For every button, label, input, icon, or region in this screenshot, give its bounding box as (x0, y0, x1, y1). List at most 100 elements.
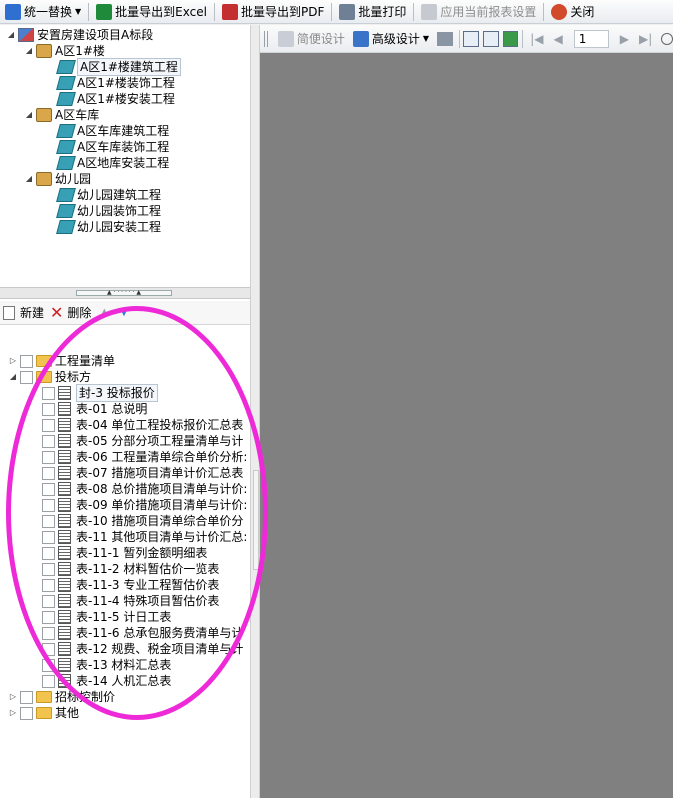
report-item[interactable]: 表-08 总价措施项目清单与计价: (42, 481, 247, 497)
close-button[interactable]: 关闭 (546, 1, 599, 23)
scrollbar-thumb[interactable] (253, 470, 259, 570)
tree-item[interactable]: A区地库安装工程 (56, 155, 169, 171)
report-category-label: 投标方 (55, 370, 92, 384)
page-number-input[interactable]: 1 (573, 29, 609, 48)
batch-print-button[interactable]: 批量打印 (334, 1, 411, 23)
checkbox[interactable] (42, 386, 55, 400)
report-icon (58, 418, 71, 432)
checkbox[interactable] (42, 658, 55, 672)
zoom-icon[interactable] (661, 32, 673, 45)
report-item[interactable]: 表-11-1 暂列金额明细表 (42, 545, 207, 561)
checkbox[interactable] (20, 354, 33, 368)
multi-page-icon[interactable] (502, 30, 519, 47)
splitter-grip[interactable]: ▲ · · · · · · ▲ (76, 290, 172, 296)
tree-item[interactable]: A区1#楼安装工程 (56, 91, 175, 107)
checkbox[interactable] (20, 370, 33, 384)
tree-item[interactable]: A区1#楼建筑工程 (56, 58, 181, 76)
checkbox[interactable] (42, 482, 55, 496)
report-item[interactable]: 表-09 单价措施项目清单与计价: (42, 497, 247, 513)
replace-button[interactable]: 统一替换 ▼ (0, 1, 86, 23)
checkbox[interactable] (42, 626, 55, 640)
report-item[interactable]: 表-11-3 专业工程暂估价表 (42, 577, 219, 593)
checkbox[interactable] (42, 530, 55, 544)
vertical-splitter[interactable] (250, 25, 260, 798)
checkbox[interactable] (42, 418, 55, 432)
checkbox[interactable] (42, 466, 55, 480)
expand-icon[interactable]: ▷ (8, 353, 18, 369)
checkbox[interactable] (42, 450, 55, 464)
export-pdf-button[interactable]: 批量导出到PDF (217, 1, 329, 23)
checkbox[interactable] (42, 610, 55, 624)
report-item[interactable]: 表-11-6 总承包服务费清单与计 (42, 625, 243, 641)
tree-item[interactable]: A区车库建筑工程 (56, 123, 169, 139)
collapse-icon[interactable]: ◢ (8, 369, 18, 385)
apply-settings-button[interactable]: 应用当前报表设置 (416, 1, 541, 23)
single-page-icon[interactable] (463, 30, 480, 47)
report-item[interactable]: 表-01 总说明 (42, 401, 147, 417)
batch-print-label: 批量打印 (358, 5, 407, 19)
tree-group[interactable]: ◢ A区车库 (24, 107, 99, 123)
first-page-icon[interactable]: |◀ (525, 32, 548, 46)
report-item[interactable]: 表-11-5 计日工表 (42, 609, 171, 625)
collapse-icon[interactable]: ◢ (24, 107, 34, 123)
checkbox[interactable] (42, 562, 55, 576)
report-item[interactable]: 表-06 工程量清单综合单价分析: (42, 449, 247, 465)
tree-item[interactable]: A区1#楼装饰工程 (56, 75, 175, 91)
checkbox[interactable] (42, 402, 55, 416)
tree-group[interactable]: ◢ 幼儿园 (24, 171, 91, 187)
report-item-label: 表-12 规费、税金项目清单与计 (76, 642, 244, 656)
tree-item[interactable]: 幼儿园建筑工程 (56, 187, 161, 203)
report-item[interactable]: 表-04 单位工程投标报价汇总表 (42, 417, 243, 433)
report-item[interactable]: 表-11-4 特殊项目暂估价表 (42, 593, 219, 609)
report-item[interactable]: 表-11 其他项目清单与计价汇总: (42, 529, 247, 545)
simple-design-button[interactable]: 简便设计 (274, 30, 349, 47)
report-category[interactable]: ◢ 投标方 (8, 369, 91, 385)
report-icon (58, 514, 71, 528)
checkbox[interactable] (42, 546, 55, 560)
tree-group[interactable]: ◢ A区1#楼 (24, 43, 105, 59)
report-item[interactable]: 表-13 材料汇总表 (42, 657, 171, 673)
report-item[interactable]: 表-12 规费、税金项目清单与计 (42, 641, 243, 657)
collapse-icon[interactable]: ◢ (24, 43, 34, 59)
tree-item[interactable]: 幼儿园装饰工程 (56, 203, 161, 219)
report-item[interactable]: 表-05 分部分项工程量清单与计 (42, 433, 243, 449)
report-item-label: 表-11 其他项目清单与计价汇总: (76, 530, 248, 544)
report-item[interactable]: 封-3 投标报价 (42, 384, 158, 402)
expand-icon[interactable]: ▷ (8, 705, 18, 721)
tree-item[interactable]: A区车库装饰工程 (56, 139, 169, 155)
report-item[interactable]: 表-11-2 材料暂估价一览表 (42, 561, 219, 577)
move-up-button[interactable]: ▲ (94, 307, 114, 318)
report-item[interactable]: 表-07 措施项目清单计价汇总表 (42, 465, 243, 481)
next-page-icon[interactable]: ▶ (615, 32, 634, 46)
checkbox[interactable] (20, 690, 33, 704)
checkbox[interactable] (42, 434, 55, 448)
delete-button[interactable]: ✕ 删除 (47, 303, 94, 322)
two-page-icon[interactable] (483, 30, 499, 47)
advanced-design-button[interactable]: 高级设计 ▼ (349, 30, 433, 47)
last-page-icon[interactable]: ▶| (634, 32, 657, 46)
move-down-button[interactable]: ▼ (114, 307, 134, 318)
collapse-icon[interactable]: ◢ (6, 27, 16, 43)
tree-root[interactable]: ◢ 安置房建设项目A标段 (6, 27, 153, 43)
report-item[interactable]: 表-10 措施项目清单综合单价分 (42, 513, 243, 529)
printer-icon[interactable] (437, 31, 453, 46)
report-item[interactable]: 表-14 人机汇总表 (42, 673, 171, 689)
previous-page-icon[interactable]: ◀ (548, 32, 567, 46)
report-category[interactable]: ▷ 招标控制价 (8, 689, 115, 705)
checkbox[interactable] (42, 674, 55, 688)
checkbox[interactable] (42, 594, 55, 608)
expand-icon[interactable]: ▷ (8, 689, 18, 705)
checkbox[interactable] (42, 578, 55, 592)
checkbox[interactable] (20, 706, 33, 720)
tree-item[interactable]: 幼儿园安装工程 (56, 219, 161, 235)
collapse-icon[interactable]: ◢ (24, 171, 34, 187)
checkbox[interactable] (42, 498, 55, 512)
horizontal-splitter[interactable]: ▲ · · · · · · ▲ (0, 287, 250, 299)
toolbar-grip[interactable] (264, 30, 270, 47)
checkbox[interactable] (42, 642, 55, 656)
report-category[interactable]: ▷ 其他 (8, 705, 79, 721)
checkbox[interactable] (42, 514, 55, 528)
new-button[interactable]: 新建 (0, 304, 47, 321)
report-category[interactable]: ▷ 工程量清单 (8, 353, 115, 369)
export-excel-button[interactable]: 批量导出到Excel (91, 1, 212, 23)
